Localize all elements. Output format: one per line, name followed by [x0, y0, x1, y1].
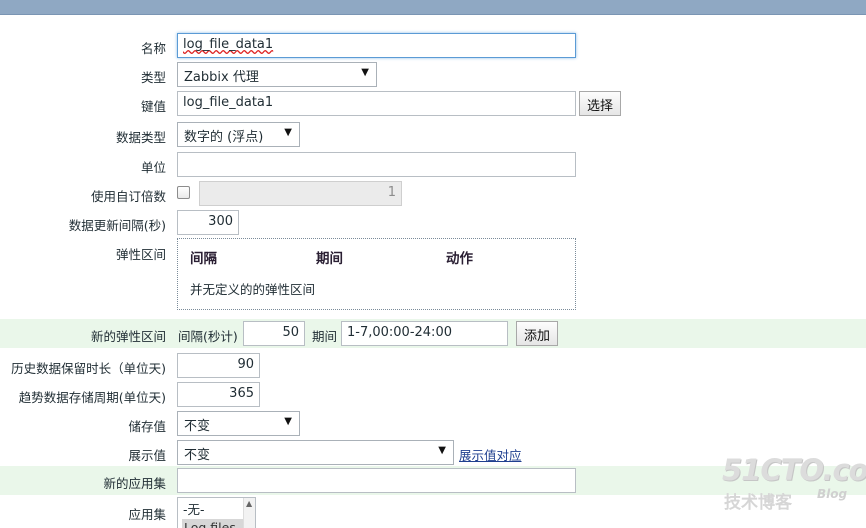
value-mapping-link[interactable]: 展示值对应: [459, 445, 522, 464]
add-flexible-button[interactable]: 添加: [516, 321, 559, 346]
dropdown-arrow-icon: ▼: [284, 416, 292, 427]
trends-input[interactable]: 365: [177, 382, 260, 407]
show-value-select[interactable]: 不变 ▼: [177, 440, 454, 465]
flexible-header-action: 动作: [446, 251, 473, 267]
row-update-interval: 数据更新间隔(秒) 300: [0, 208, 866, 237]
row-trends: 趋势数据存储周期(单位天) 365: [0, 380, 866, 409]
applications-option-log-files[interactable]: Log files: [182, 519, 251, 528]
multiplier-checkbox[interactable]: [177, 186, 190, 199]
flexible-label: 弹性区间: [115, 247, 166, 262]
dropdown-arrow-icon: ▼: [361, 67, 369, 78]
watermark: 51CTO.com 技术博客 Blog: [722, 453, 866, 515]
applications-listbox[interactable]: -无- Log files ▲: [177, 497, 256, 528]
row-data-type: 数据类型 数字的 (浮点) ▼: [0, 120, 866, 149]
row-type: 类型 Zabbix 代理 ▼: [0, 60, 866, 89]
units-input[interactable]: [177, 152, 576, 177]
row-name: 名称 log_file_data1: [0, 31, 866, 60]
store-value-select[interactable]: 不变 ▼: [177, 411, 300, 436]
key-input[interactable]: log_file_data1: [177, 91, 576, 116]
watermark-blog: Blog: [817, 487, 848, 501]
data-type-select[interactable]: 数字的 (浮点) ▼: [177, 122, 300, 147]
store-value-select-value: 不变: [184, 419, 211, 434]
multiplier-label: 使用自订倍数: [90, 189, 166, 204]
type-select-value: Zabbix 代理: [184, 70, 259, 85]
listbox-scrollbar[interactable]: ▲: [243, 498, 255, 528]
row-history: 历史数据保留时长（单位天) 90: [0, 351, 866, 380]
row-units: 单位: [0, 150, 866, 179]
show-value-label: 展示值: [128, 448, 166, 463]
dropdown-arrow-icon: ▼: [284, 127, 292, 138]
history-input[interactable]: 90: [177, 353, 260, 378]
key-label: 键值: [140, 99, 166, 114]
flexible-intervals-table: 间隔 期间 动作 并无定义的的弹性区间: [177, 238, 576, 310]
row-multiplier: 使用自订倍数 1: [0, 179, 866, 208]
key-select-button[interactable]: 选择: [579, 91, 622, 116]
top-header-bar: [0, 0, 866, 15]
period-label: 期间: [312, 329, 338, 344]
new-application-input[interactable]: [177, 468, 576, 493]
flexible-header-interval: 间隔: [190, 251, 217, 267]
flexible-empty-text: 并无定义的的弹性区间: [190, 282, 316, 297]
name-input[interactable]: log_file_data1: [177, 33, 576, 58]
scroll-up-icon[interactable]: ▲: [246, 499, 252, 508]
data-type-label: 数据类型: [115, 130, 166, 145]
row-key: 键值 log_file_data1 选择: [0, 89, 866, 118]
units-label: 单位: [140, 160, 166, 175]
flexible-header-period: 期间: [316, 251, 343, 267]
new-application-label: 新的应用集: [103, 476, 166, 491]
row-new-flexible: 新的弹性区间 间隔(秒计) 50 期间 1-7,00:00-24:00 添加: [0, 319, 866, 348]
new-flexible-interval-input[interactable]: 50: [243, 321, 305, 346]
history-label: 历史数据保留时长（单位天): [11, 361, 166, 376]
update-interval-label: 数据更新间隔(秒): [68, 218, 166, 233]
name-value: log_file_data1: [183, 37, 274, 52]
applications-label: 应用集: [128, 507, 166, 522]
interval-seconds-label: 间隔(秒计): [178, 329, 238, 344]
new-flexible-period-input[interactable]: 1-7,00:00-24:00: [341, 321, 508, 346]
name-label: 名称: [140, 41, 166, 56]
data-type-select-value: 数字的 (浮点): [184, 130, 264, 145]
row-store-value: 储存值 不变 ▼: [0, 409, 866, 438]
trends-label: 趋势数据存储周期(单位天): [18, 390, 166, 405]
watermark-brand: 51CTO.com: [722, 453, 866, 487]
type-label: 类型: [140, 70, 166, 85]
type-select[interactable]: Zabbix 代理 ▼: [177, 62, 377, 87]
new-flexible-label: 新的弹性区间: [90, 329, 166, 344]
update-interval-input[interactable]: 300: [177, 210, 239, 235]
multiplier-input[interactable]: 1: [199, 181, 402, 206]
dropdown-arrow-icon: ▼: [438, 445, 446, 456]
show-value-select-value: 不变: [184, 448, 211, 463]
watermark-subtitle: 技术博客: [724, 493, 792, 513]
store-value-label: 储存值: [128, 419, 166, 434]
